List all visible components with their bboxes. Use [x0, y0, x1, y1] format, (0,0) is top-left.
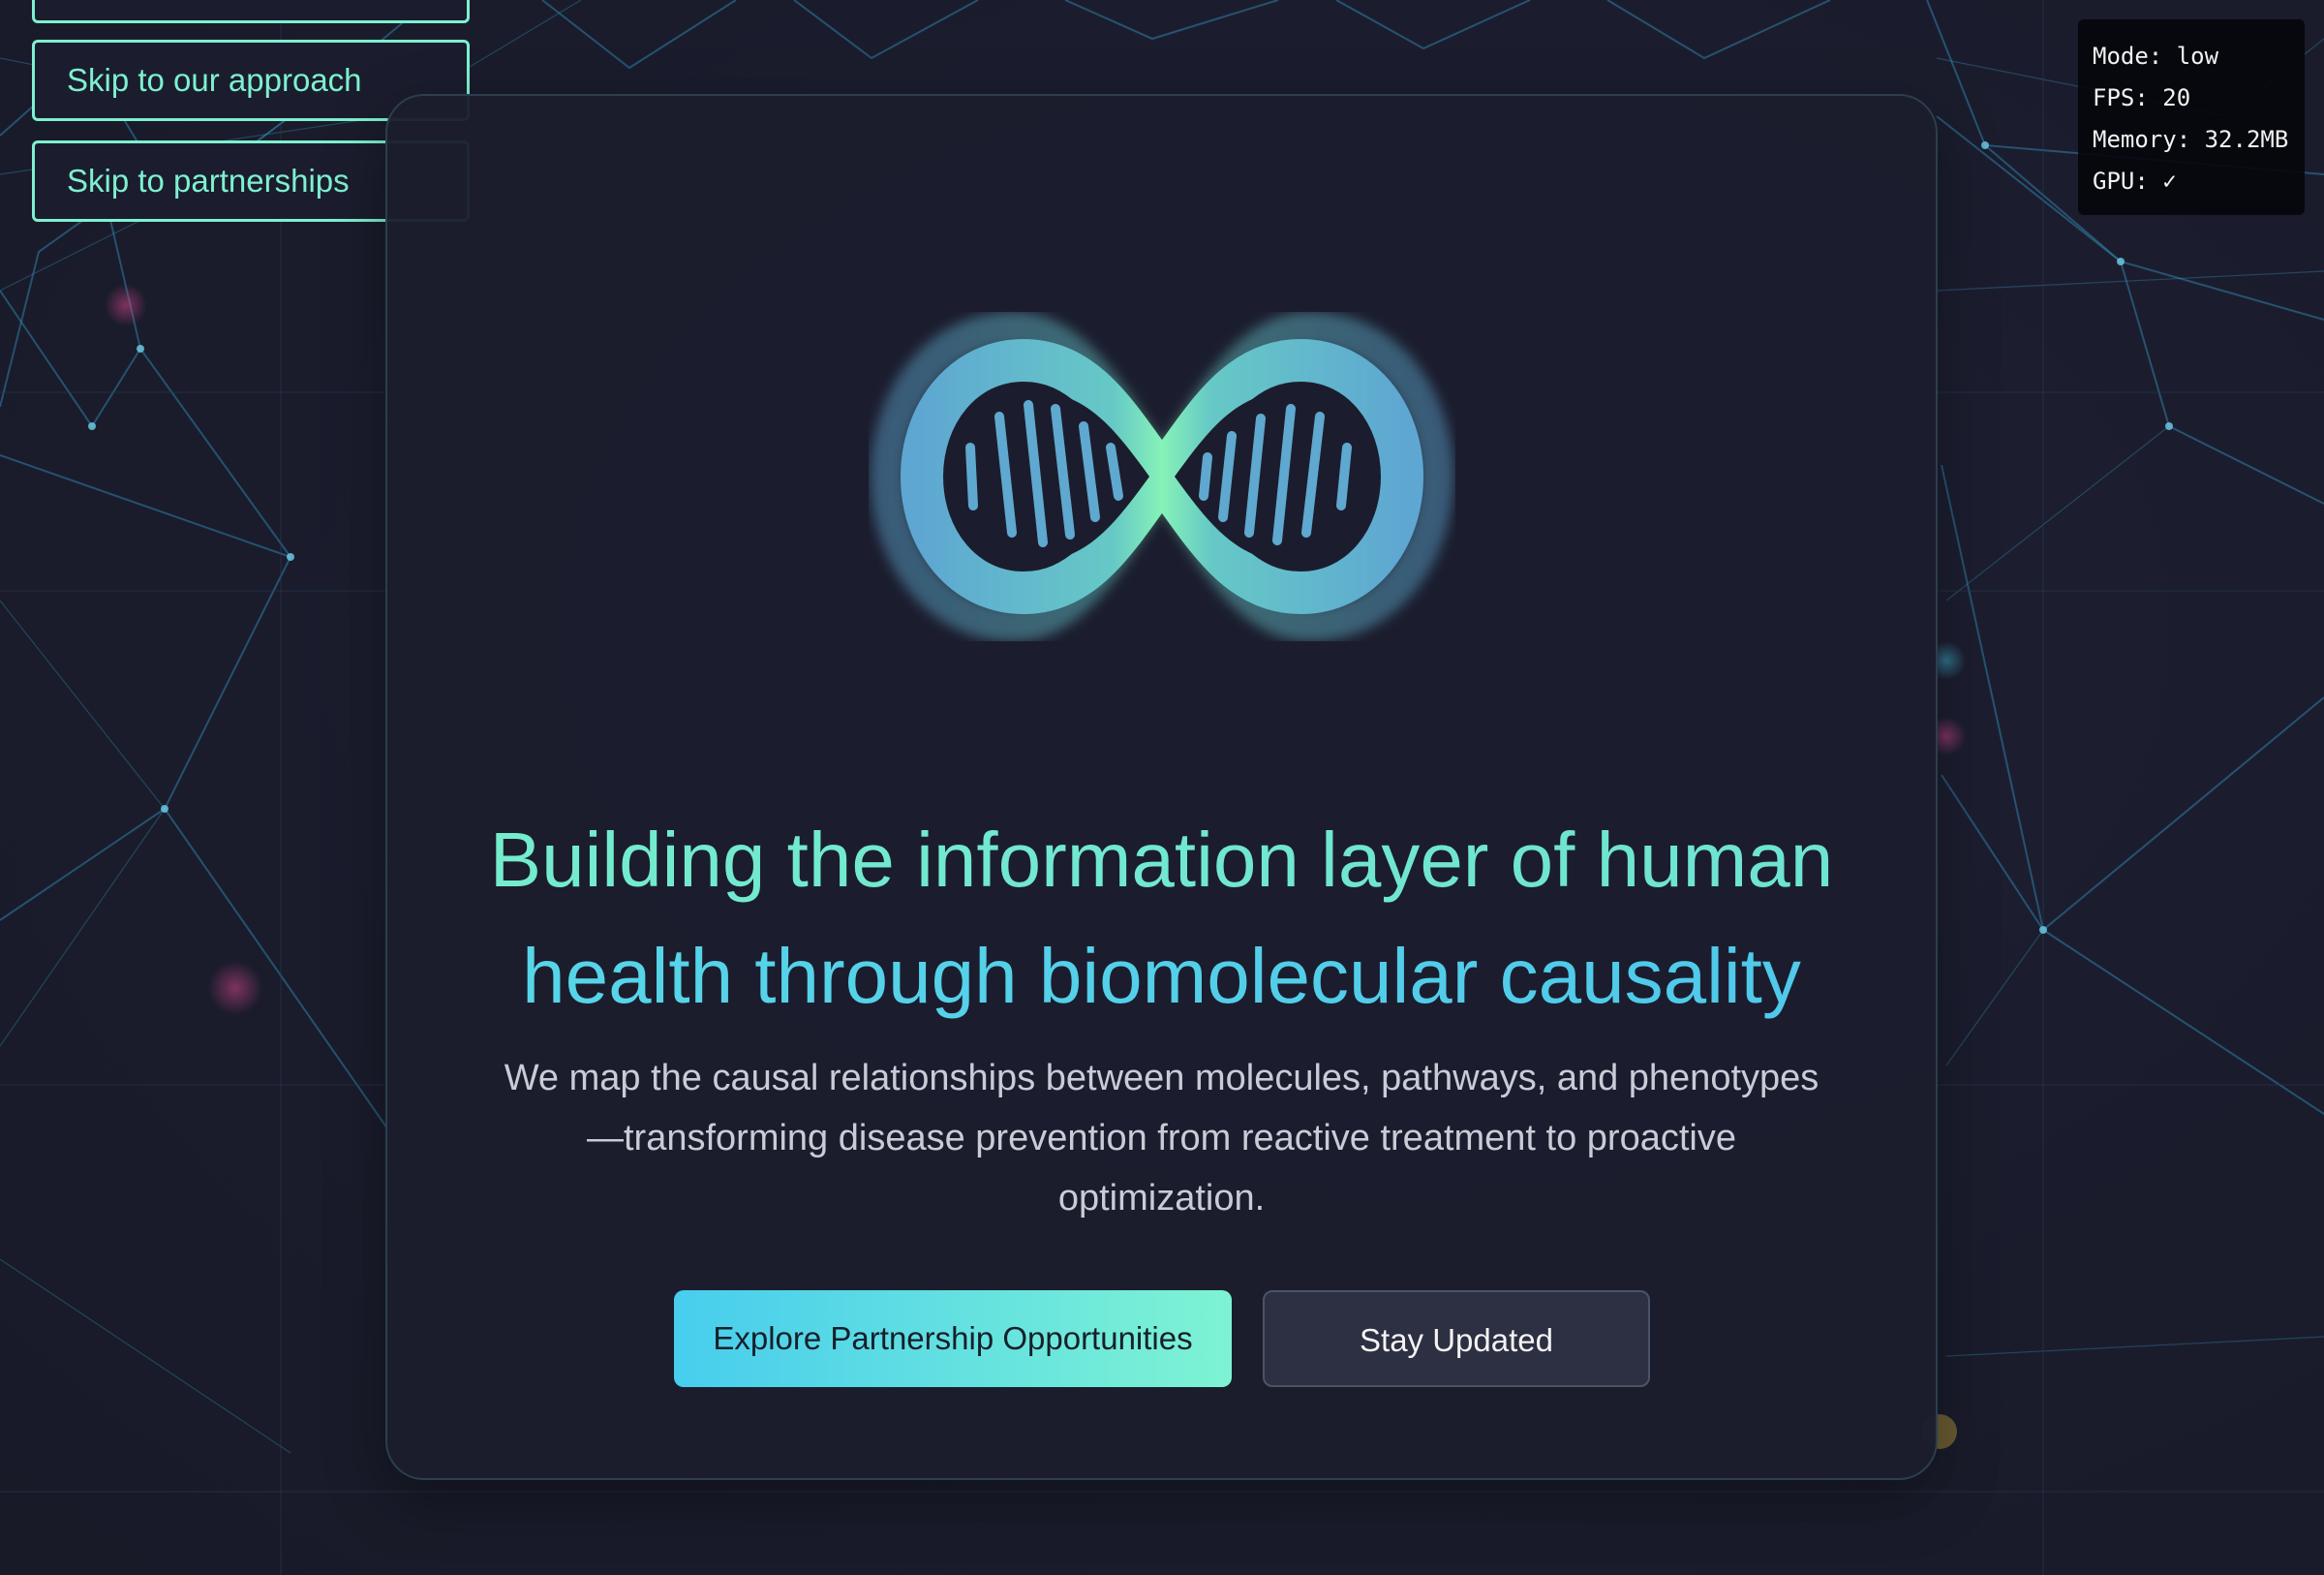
hero-description: We map the causal relationships between …: [504, 1058, 1819, 1219]
page: Skip to our approach Skip to partnership…: [0, 0, 2324, 1575]
skip-link-main[interactable]: [32, 0, 470, 23]
stay-updated-button[interactable]: Stay Updated: [1263, 1290, 1650, 1387]
perf-fps: FPS: 20: [2093, 84, 2191, 111]
perf-mode: Mode: low: [2093, 43, 2219, 70]
dna-infinity-icon: [870, 312, 1454, 641]
hero-card: [385, 94, 1938, 1480]
performance-monitor: Mode: low FPS: 20 Memory: 32.2MB GPU: ✓: [2078, 19, 2305, 215]
hero-headline: Building the information layer of human …: [434, 802, 1889, 1035]
headline-line-1: Building the information layer of human: [434, 802, 1889, 918]
perf-gpu: GPU: ✓: [2093, 168, 2177, 195]
perf-memory: Memory: 32.2MB: [2093, 126, 2289, 153]
headline-line-2: health through biomolecular causality: [434, 918, 1889, 1035]
explore-partnership-button[interactable]: Explore Partnership Opportunities: [674, 1290, 1232, 1387]
